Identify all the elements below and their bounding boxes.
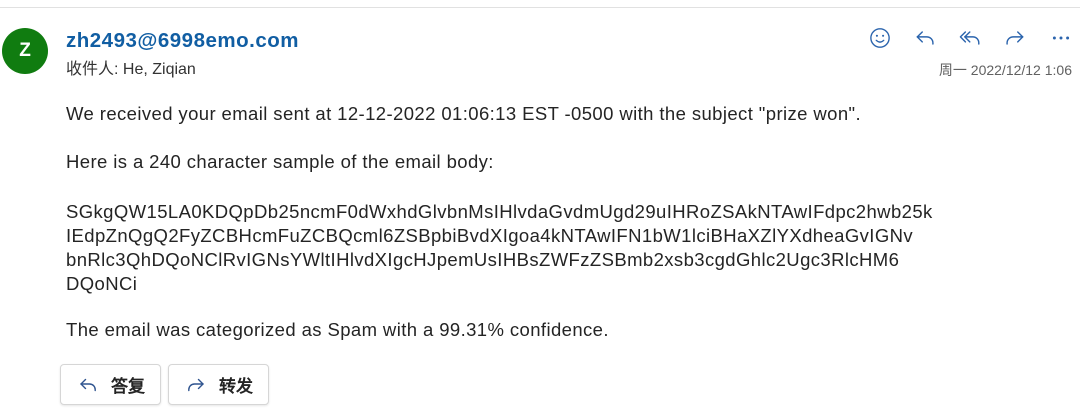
forward-footer-label: 转发 <box>219 377 253 396</box>
reply-all-icon <box>959 31 980 45</box>
smiley-icon <box>870 28 890 48</box>
more-icon <box>1052 36 1070 40</box>
sample-line: bnRlc3QhDQoNClRvIGNsYWltIHlvdXIgcHJpemUs… <box>66 249 900 270</box>
reply-all-button[interactable] <box>956 24 984 52</box>
forward-icon <box>186 375 206 395</box>
recipients-label: 收件人: <box>66 61 119 78</box>
avatar-initial: Z <box>19 40 31 61</box>
body-intro: We received your email sent at 12-12-202… <box>66 103 862 124</box>
sample-line: DQoNCi <box>66 273 138 294</box>
sample-line: IEdpZnQgQ2FyZCBHcmFuZCBQcml6ZSBpbiBvdXIg… <box>66 225 914 246</box>
message-body: We received your email sent at 12-12-202… <box>66 102 1066 342</box>
reply-icon <box>916 31 934 45</box>
body-sample: SGkgQW15LA0KDQpDb25ncmF0dWxhdGlvbnMsIHlv… <box>66 200 1066 296</box>
sender-email[interactable]: zh2493@6998emo.com <box>66 29 299 53</box>
body-sample-heading: Here is a 240 character sample of the em… <box>66 151 494 172</box>
reply-button[interactable] <box>911 24 939 52</box>
reply-footer-button[interactable]: 答复 <box>60 364 161 405</box>
emoji-reaction-button[interactable] <box>866 24 894 52</box>
more-actions-button[interactable] <box>1047 24 1075 52</box>
forward-footer-button[interactable]: 转发 <box>168 364 269 405</box>
email-reading-pane: Z zh2493@6998emo.com 收件人: He, Ziqian 周一 … <box>0 0 1080 413</box>
body-verdict: The email was categorized as Spam with a… <box>66 319 609 340</box>
received-date: 周一 2022/12/12 1:06 <box>938 62 1072 78</box>
reply-icon <box>78 375 98 395</box>
forward-icon <box>1006 31 1024 45</box>
header-divider <box>0 7 1080 8</box>
reply-footer-label: 答复 <box>111 377 145 396</box>
sample-line: SGkgQW15LA0KDQpDb25ncmF0dWxhdGlvbnMsIHlv… <box>66 201 933 222</box>
avatar[interactable]: Z <box>2 28 48 74</box>
recipient-name[interactable]: He, Ziqian <box>123 61 196 78</box>
recipients-line: 收件人: He, Ziqian <box>66 58 196 82</box>
forward-button[interactable] <box>1001 24 1029 52</box>
